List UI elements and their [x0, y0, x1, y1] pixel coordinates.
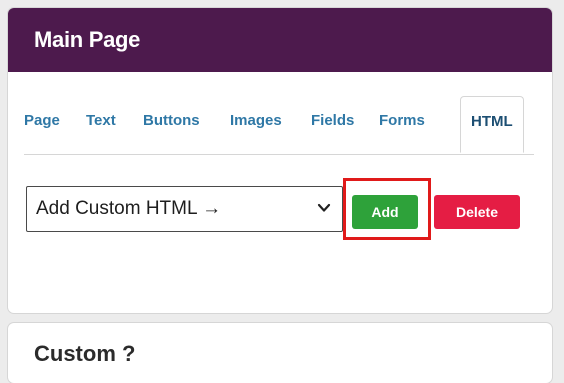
- panel-title: Main Page: [34, 27, 141, 52]
- tab-page[interactable]: Page: [24, 112, 60, 129]
- panel-header: Main Page: [8, 8, 552, 72]
- custom-panel-title: Custom ?: [34, 341, 136, 366]
- tab-images[interactable]: Images: [230, 112, 282, 129]
- tab-bar: Page Text Buttons Images Fields Forms HT…: [24, 96, 534, 155]
- delete-button[interactable]: Delete: [434, 195, 520, 229]
- tab-fields[interactable]: Fields: [311, 112, 354, 129]
- custom-html-select[interactable]: Add Custom HTML →: [26, 186, 343, 232]
- tab-buttons[interactable]: Buttons: [143, 112, 200, 129]
- tab-forms[interactable]: Forms: [379, 112, 425, 129]
- add-button[interactable]: Add: [352, 195, 418, 229]
- select-value: Add Custom HTML →: [36, 198, 222, 219]
- tab-text[interactable]: Text: [86, 112, 116, 129]
- main-page-panel: Main Page Page Text Buttons Images Field…: [8, 8, 552, 313]
- tab-html[interactable]: HTML: [460, 96, 524, 153]
- chevron-down-icon: [317, 203, 331, 212]
- custom-panel: Custom ?: [8, 323, 552, 383]
